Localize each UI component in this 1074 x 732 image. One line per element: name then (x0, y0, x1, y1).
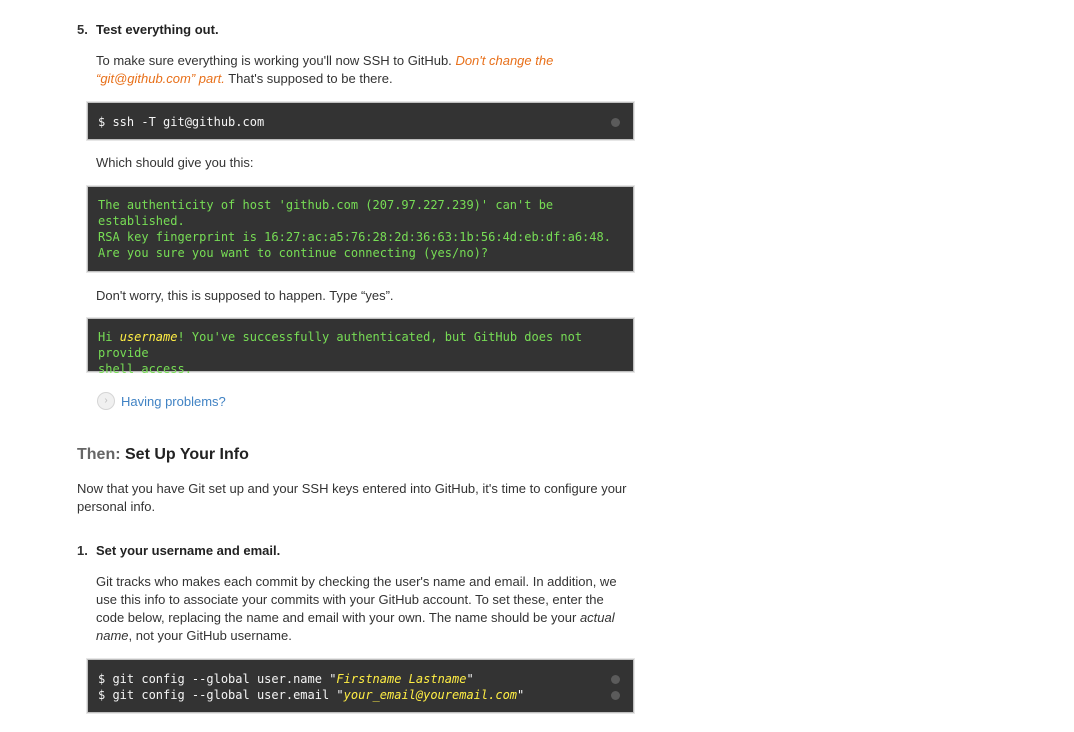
section-label: Then: (77, 446, 121, 463)
name-placeholder: Firstname Lastname (336, 672, 467, 686)
section-intro-line: personal info. (77, 499, 156, 514)
section-intro-line: Now that you have Git set up and your SS… (77, 481, 627, 496)
cmd-text: $ git config --global user.name " (98, 672, 337, 686)
description-line: use this info to associate your commits … (96, 592, 604, 607)
git-config-block[interactable]: $ git config --global user.name "Firstna… (87, 659, 634, 713)
having-problems-link[interactable]: Having problems? (121, 394, 226, 409)
step-number: 5. (77, 22, 88, 37)
ssh-output-block: The authenticity of host 'github.com (20… (87, 186, 634, 272)
name-emphasis: name (96, 628, 129, 643)
output-line: established. (98, 214, 185, 228)
copy-icon[interactable] (611, 675, 620, 684)
description-line: code below, replacing the name and email… (96, 610, 577, 625)
actual-emphasis: actual (579, 610, 615, 625)
cmd-text: " (517, 688, 525, 702)
ssh-command: $ ssh -T git@github.com (98, 115, 265, 129)
section-title: Set Up Your Info (125, 446, 249, 463)
description-line: Git tracks who makes each commit by chec… (96, 574, 617, 589)
copy-icon[interactable] (611, 118, 620, 127)
section-heading: Then: Set Up Your Info (77, 446, 249, 464)
success-prefix: Hi (98, 330, 120, 344)
success-line: shell access. (98, 362, 192, 376)
section-intro: Now that you have Git set up and your SS… (77, 480, 657, 516)
output-line: Are you sure you want to continue connec… (98, 246, 489, 260)
step-intro: To make sure everything is working you'l… (96, 52, 636, 88)
output-line: The authenticity of host 'github.com (20… (98, 198, 554, 212)
warning-text-cont: “git@github.com” part. (96, 71, 225, 86)
step-title: Test everything out. (96, 22, 219, 37)
intro-end-text: That's supposed to be there. (228, 71, 393, 86)
chevron-right-icon[interactable]: › (97, 392, 115, 410)
step1-description: Git tracks who makes each commit by chec… (96, 573, 641, 645)
username-highlight: username (119, 330, 178, 344)
intro-text: To make sure everything is working you'l… (96, 53, 452, 68)
warning-text: Don't change the (455, 53, 554, 68)
step-number: 1. (77, 543, 88, 558)
email-placeholder: your_email@youremail.com (343, 688, 518, 702)
copy-icon[interactable] (611, 691, 620, 700)
cmd-text: " (466, 672, 474, 686)
worry-text: Don't worry, this is supposed to happen.… (96, 288, 394, 303)
result-intro: Which should give you this: (96, 155, 254, 170)
output-line: RSA key fingerprint is 16:27:ac:a5:76:28… (98, 230, 611, 244)
ssh-command-block[interactable]: $ ssh -T git@github.com (87, 102, 634, 140)
step-title: Set your username and email. (96, 543, 281, 558)
cmd-text: $ git config --global user.email " (98, 688, 344, 702)
description-line: , not your GitHub username. (128, 628, 292, 643)
success-output-block: Hi username! You've successfully authent… (87, 318, 634, 376)
